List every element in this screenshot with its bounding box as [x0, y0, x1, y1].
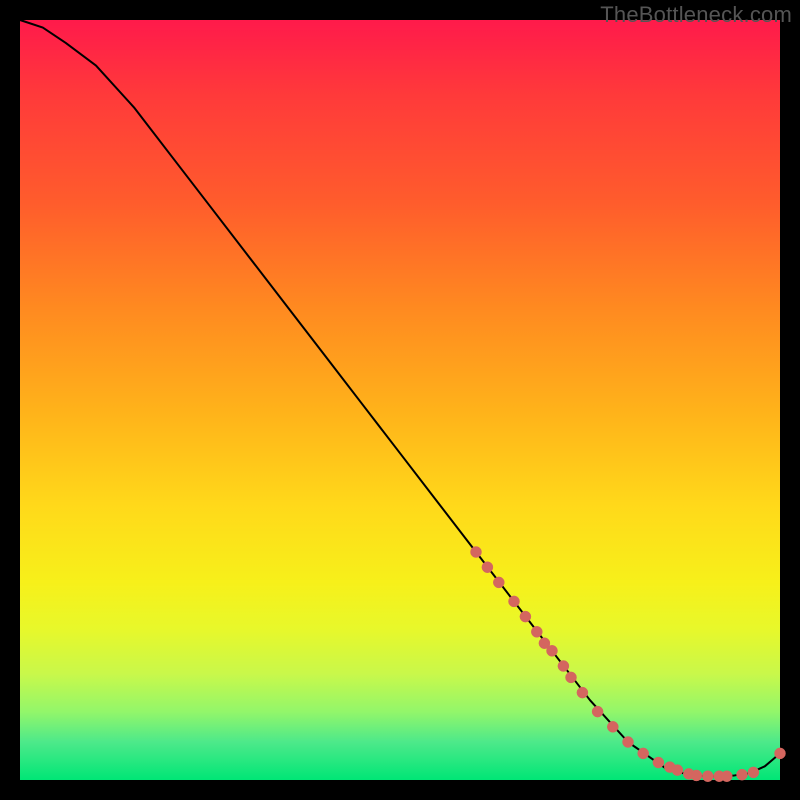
data-marker: [775, 748, 786, 759]
data-marker: [493, 577, 504, 588]
data-marker: [577, 687, 588, 698]
data-marker: [471, 547, 482, 558]
data-marker: [482, 562, 493, 573]
data-marker: [748, 767, 759, 778]
data-marker: [702, 771, 713, 782]
data-marker: [547, 645, 558, 656]
data-marker: [623, 737, 634, 748]
data-marker: [592, 706, 603, 717]
data-marker: [509, 596, 520, 607]
data-marker: [638, 748, 649, 759]
data-marker: [691, 770, 702, 781]
data-markers: [471, 547, 786, 782]
bottleneck-curve: [20, 20, 780, 776]
data-marker: [531, 626, 542, 637]
data-marker: [520, 611, 531, 622]
data-marker: [721, 771, 732, 782]
chart-root: TheBottleneck.com: [0, 0, 800, 800]
data-marker: [566, 672, 577, 683]
data-marker: [737, 769, 748, 780]
chart-svg: [20, 20, 780, 780]
data-marker: [558, 661, 569, 672]
data-marker: [672, 765, 683, 776]
data-marker: [607, 721, 618, 732]
data-marker: [653, 757, 664, 768]
